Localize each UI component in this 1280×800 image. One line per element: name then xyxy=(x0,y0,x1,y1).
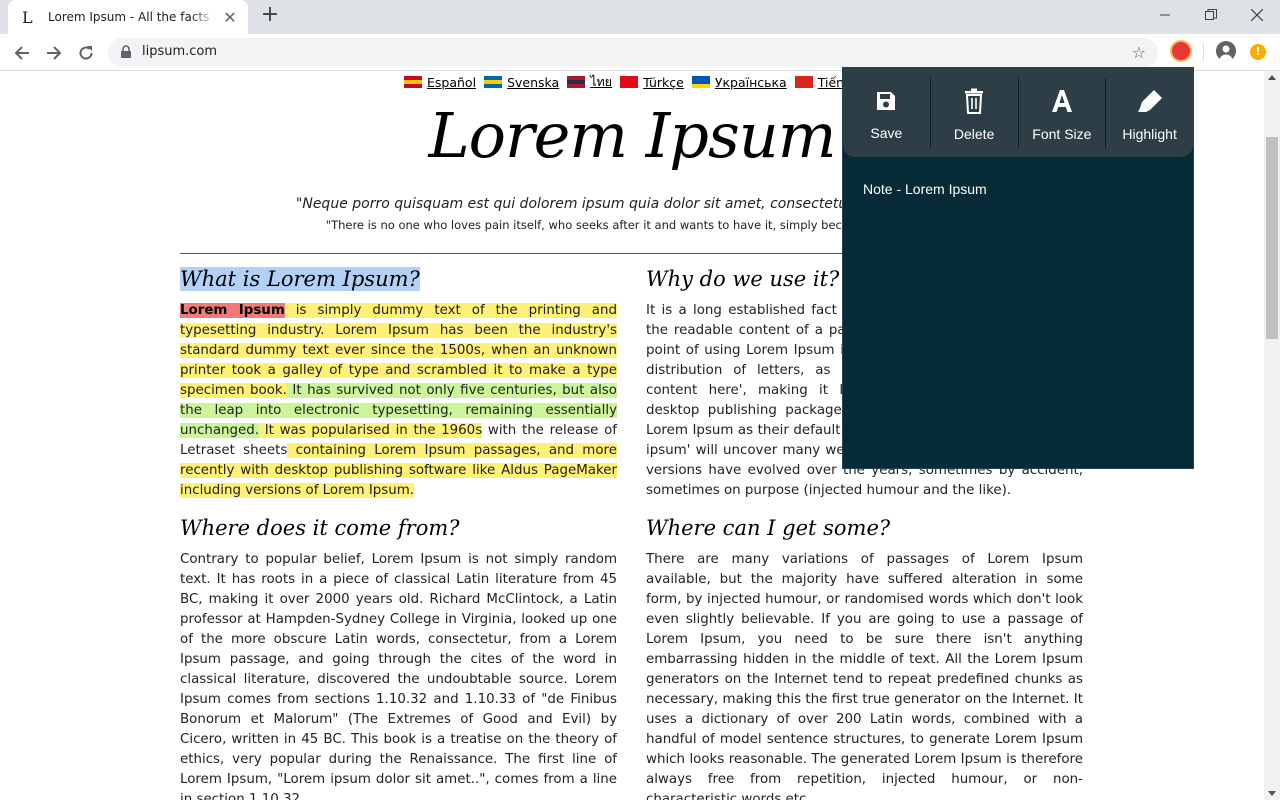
language-label: Svenska xyxy=(507,74,560,90)
section-heading: Where does it come from? xyxy=(180,516,460,540)
flag-icon xyxy=(691,76,710,88)
close-icon xyxy=(1251,9,1263,21)
minimize-icon xyxy=(1160,14,1170,16)
flag-icon xyxy=(404,76,422,88)
language-link[interactable]: ไทย xyxy=(567,72,612,92)
back-button[interactable] xyxy=(9,40,35,66)
language-link[interactable]: Svenska xyxy=(484,75,559,90)
save-button[interactable]: Save xyxy=(843,68,930,157)
language-label: Türkçe xyxy=(643,74,684,90)
close-tab-icon[interactable]: ✕ xyxy=(222,8,238,27)
section-heading: What is Lorem Ipsum? xyxy=(180,267,420,291)
tab-title: Lorem Ipsum - All the facts - Lipsum gen… xyxy=(48,10,216,24)
bookmark-star-icon[interactable]: ☆ xyxy=(1132,43,1146,62)
section-where-get: Where can I get some? There are many var… xyxy=(646,516,1083,800)
arrow-left-icon xyxy=(14,46,29,60)
language-link[interactable]: Türkçe xyxy=(620,75,684,90)
flag-icon xyxy=(567,76,586,88)
minimize-button[interactable] xyxy=(1142,0,1188,30)
profile-avatar-icon[interactable] xyxy=(1216,41,1236,61)
trash-icon xyxy=(965,88,984,114)
person-icon xyxy=(1220,45,1232,61)
language-label: Español xyxy=(427,74,477,90)
lock-icon xyxy=(121,45,131,58)
section-where-from: Where does it come from? Contrary to pop… xyxy=(180,516,617,800)
language-links: EspañolSvenskaไทยTürkçeУкраїнськаTiếng V… xyxy=(404,72,880,92)
flag-icon xyxy=(794,76,813,88)
notes-popup: Save Delete Font Size Highlight Note - L… xyxy=(842,67,1194,469)
section-body: Lorem Ipsum is simply dummy text of the … xyxy=(180,303,618,498)
scrollbar-thumb[interactable] xyxy=(1266,137,1278,339)
delete-button[interactable]: Delete xyxy=(931,68,1018,157)
section-body: There are many variations of passages of… xyxy=(646,552,1083,800)
scroll-up-arrow-icon[interactable] xyxy=(1268,75,1276,80)
section-heading: Where can I get some? xyxy=(646,516,891,540)
language-link[interactable]: Español xyxy=(404,75,476,90)
browser-tab[interactable]: L Lorem Ipsum - All the facts - Lipsum g… xyxy=(8,0,248,34)
forward-button[interactable] xyxy=(41,40,67,66)
highlighter-icon xyxy=(1137,89,1162,112)
popup-toolbar: Save Delete Font Size Highlight xyxy=(843,68,1193,157)
flag-icon xyxy=(620,76,639,88)
update-alert-icon[interactable]: ! xyxy=(1250,44,1266,60)
lipsum-favicon-icon: L xyxy=(22,7,33,27)
section-body: Contrary to popular belief, Lorem Ipsum … xyxy=(180,552,617,800)
highlight-button[interactable]: Highlight xyxy=(1106,68,1193,157)
font-size-button[interactable]: Font Size xyxy=(1019,68,1106,157)
reload-button[interactable] xyxy=(73,40,99,66)
new-tab-button[interactable]: + xyxy=(258,4,282,28)
restore-icon xyxy=(1205,9,1217,20)
font-size-icon xyxy=(1051,89,1072,112)
restore-button[interactable] xyxy=(1188,0,1234,30)
language-link[interactable]: Українська xyxy=(691,74,787,90)
reload-icon xyxy=(79,46,93,60)
save-icon xyxy=(877,91,896,110)
address-bar[interactable]: lipsum.com ☆ xyxy=(108,38,1158,67)
scroll-down-arrow-icon[interactable] xyxy=(1268,791,1276,796)
section-what-is: What is Lorem Ipsum? Lorem Ipsum is simp… xyxy=(180,267,617,501)
note-title[interactable]: Note - Lorem Ipsum xyxy=(863,181,987,197)
tab-strip: L Lorem Ipsum - All the facts - Lipsum g… xyxy=(0,0,1280,34)
close-window-button[interactable] xyxy=(1234,0,1280,30)
language-label: ไทย xyxy=(590,74,613,89)
language-label: Українська xyxy=(714,74,787,90)
arrow-right-icon xyxy=(47,46,62,60)
page-scrollbar[interactable] xyxy=(1264,71,1280,800)
notes-extension-icon[interactable] xyxy=(1170,40,1192,62)
url-text: lipsum.com xyxy=(142,44,218,59)
flag-icon xyxy=(484,76,503,88)
toolbar-divider xyxy=(1203,43,1204,61)
browser-toolbar: lipsum.com ☆ xyxy=(0,34,1280,71)
